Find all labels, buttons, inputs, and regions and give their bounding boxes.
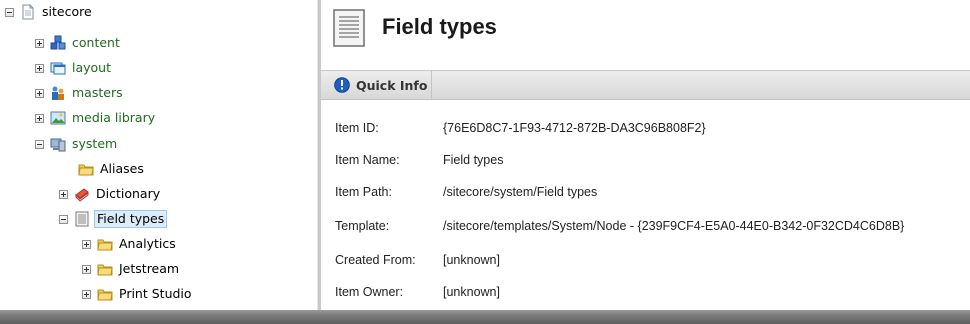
- item-name-value: Field types: [443, 153, 504, 167]
- expand-toggle[interactable]: [35, 63, 44, 73]
- tree-node-sitecore[interactable]: sitecore: [5, 3, 94, 21]
- bottom-bar: [0, 310, 970, 324]
- page-title: Field types: [382, 14, 497, 39]
- expand-toggle[interactable]: [82, 264, 91, 274]
- tree-node-field-types[interactable]: Field types: [59, 210, 168, 228]
- content-cubes-icon: [50, 35, 66, 50]
- quick-info-label: Quick Info: [356, 77, 428, 93]
- tree-node-media-library[interactable]: media library: [35, 109, 157, 127]
- info-row-item-path: Item Path: /sitecore/system/Field types: [335, 185, 598, 199]
- template-value: /sitecore/templates/System/Node - {239F9…: [443, 219, 905, 233]
- collapse-toggle[interactable]: [5, 7, 14, 17]
- expand-toggle[interactable]: [59, 189, 68, 199]
- collapse-toggle[interactable]: [35, 139, 44, 149]
- tree-node-system[interactable]: system: [35, 135, 119, 153]
- expand-toggle[interactable]: [35, 113, 44, 123]
- expand-toggle[interactable]: [82, 239, 91, 249]
- folder-icon: [97, 239, 113, 251]
- tree-node-print-studio[interactable]: Print Studio: [82, 285, 194, 303]
- info-row-template: Template: /sitecore/templates/System/Nod…: [335, 219, 905, 233]
- quick-info-section-header[interactable]: Quick Info: [321, 70, 970, 100]
- masters-icon: [52, 86, 64, 100]
- header-divider: [431, 71, 432, 99]
- tree-node-analytics[interactable]: Analytics: [82, 235, 178, 253]
- tree-node-jetstream[interactable]: Jetstream: [82, 260, 181, 278]
- folder-icon: [97, 264, 113, 276]
- info-row-item-owner: Item Owner: [unknown]: [335, 285, 500, 299]
- tree-node-dictionary[interactable]: Dictionary: [59, 185, 162, 203]
- created-from-value: [unknown]: [443, 253, 500, 267]
- field-types-large-icon: [333, 9, 365, 47]
- item-path-value: /sitecore/system/Field types: [443, 185, 598, 199]
- tree-node-content[interactable]: content: [35, 34, 122, 52]
- item-id-value: {76E6D8C7-1F93-4712-872B-DA3C96B808F2}: [443, 121, 706, 135]
- info-icon: [334, 77, 350, 93]
- info-row-item-id: Item ID: {76E6D8C7-1F93-4712-872B-DA3C96…: [335, 121, 706, 135]
- item-editor: Field types Quick Info Item ID: {76E6D8C…: [321, 0, 970, 310]
- field-types-list-icon: [75, 211, 89, 227]
- info-row-item-name: Item Name: Field types: [335, 153, 504, 167]
- document-icon: [22, 4, 34, 20]
- expand-toggle[interactable]: [35, 88, 44, 98]
- tree-node-masters[interactable]: masters: [35, 84, 125, 102]
- layout-windows-icon: [50, 62, 66, 75]
- collapse-toggle[interactable]: [59, 214, 68, 224]
- expand-toggle[interactable]: [35, 38, 44, 48]
- info-row-created-from: Created From: [unknown]: [335, 253, 500, 267]
- folder-icon: [78, 164, 94, 176]
- system-computer-icon: [50, 138, 66, 152]
- item-owner-value: [unknown]: [443, 285, 500, 299]
- content-tree: sitecore content layout masters media li…: [0, 0, 317, 310]
- tree-node-aliases[interactable]: Aliases: [78, 160, 146, 178]
- media-image-icon: [50, 111, 66, 125]
- dictionary-book-icon: [75, 188, 89, 202]
- tree-node-layout[interactable]: layout: [35, 59, 113, 77]
- item-header: Field types: [321, 0, 970, 66]
- folder-icon: [97, 289, 113, 301]
- expand-toggle[interactable]: [82, 289, 91, 299]
